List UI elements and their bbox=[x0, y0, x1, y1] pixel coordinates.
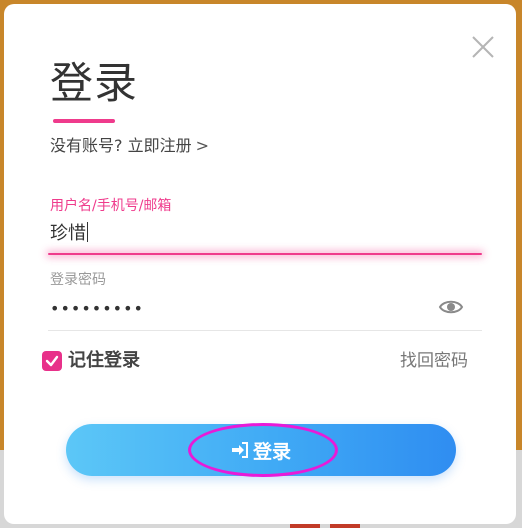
forgot-password-link[interactable]: 找回密码 bbox=[400, 348, 468, 374]
close-button[interactable] bbox=[470, 34, 496, 60]
sign-in-icon bbox=[231, 442, 248, 458]
check-icon bbox=[45, 355, 59, 367]
register-link-label: 立即注册 bbox=[127, 136, 192, 155]
dialog-title: 登录 bbox=[50, 59, 138, 109]
username-value: 珍惜 bbox=[50, 223, 86, 244]
register-row: 没有账号? 立即注册 > bbox=[50, 134, 209, 158]
remember-me-label: 记住登录 bbox=[68, 350, 140, 371]
login-dialog: 登录 没有账号? 立即注册 > 用户名/手机号/邮箱 珍惜 登录密码 ••••••… bbox=[4, 4, 516, 524]
close-icon bbox=[472, 36, 494, 58]
chevron-right-icon: > bbox=[195, 136, 210, 155]
password-masked-value: ••••••••• bbox=[50, 299, 144, 318]
login-button-label: 登录 bbox=[252, 440, 291, 463]
text-caret bbox=[87, 222, 88, 242]
eye-icon bbox=[438, 300, 464, 314]
password-input[interactable]: ••••••••• bbox=[50, 294, 430, 324]
register-prompt: 没有账号? bbox=[50, 136, 123, 155]
register-link[interactable]: 立即注册 > bbox=[128, 136, 209, 155]
username-label: 用户名/手机号/邮箱 bbox=[50, 198, 172, 214]
username-input[interactable]: 珍惜 bbox=[50, 219, 480, 249]
username-focus-underline bbox=[48, 253, 482, 255]
toggle-password-visibility-button[interactable] bbox=[438, 297, 464, 317]
title-underline bbox=[53, 119, 115, 123]
password-underline bbox=[48, 330, 482, 331]
remember-me-toggle[interactable]: 记住登录 bbox=[42, 348, 140, 374]
remember-me-checkbox[interactable] bbox=[42, 351, 62, 371]
login-button-content: 登录 bbox=[66, 424, 456, 476]
password-label: 登录密码 bbox=[50, 272, 106, 288]
login-button[interactable]: 登录 bbox=[66, 424, 456, 476]
